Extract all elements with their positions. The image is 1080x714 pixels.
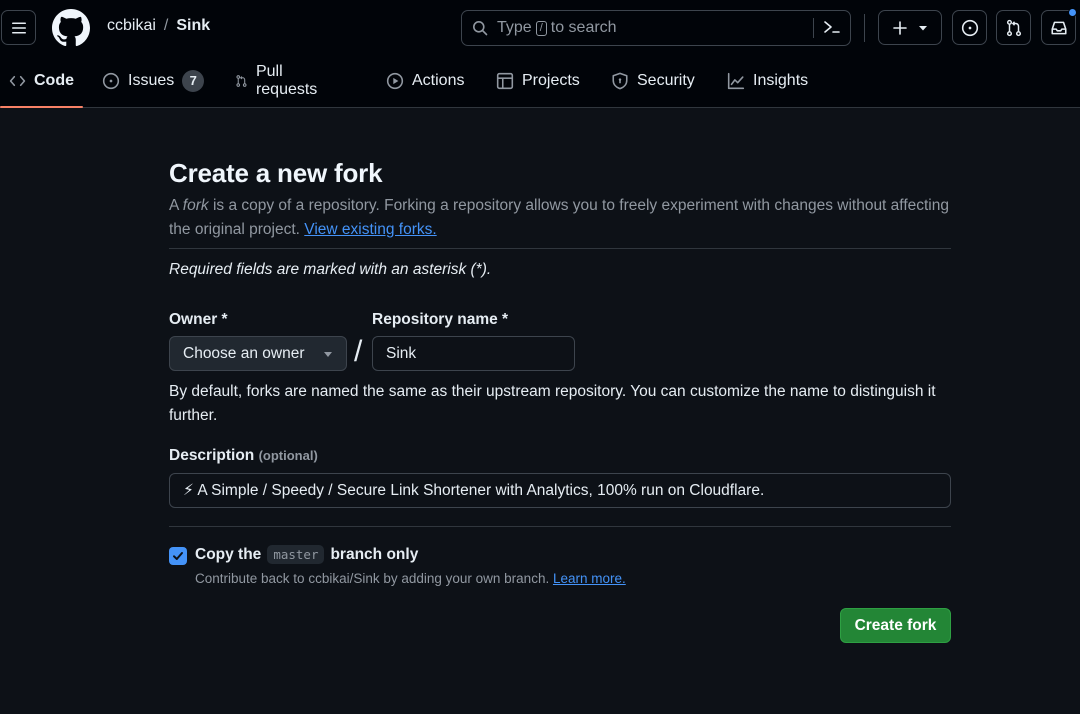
tab-actions[interactable]: Actions [377,63,473,99]
code-icon [9,75,26,87]
create-new-button[interactable] [878,10,942,45]
branch-name-code: master [267,545,325,564]
description-label-text: Description [169,447,255,464]
description-input[interactable] [169,473,951,508]
your-issues-button[interactable] [952,10,987,45]
intro-emphasis: fork [182,197,209,214]
tab-label: Code [34,72,74,89]
search-placeholder-suffix: to search [550,19,617,36]
tab-pull-requests[interactable]: Pull requests [226,63,331,99]
breadcrumb-repo-link[interactable]: Sink [176,17,210,35]
tab-label: Insights [753,72,809,89]
copy-branch-checkbox[interactable] [169,547,187,565]
required-fields-note: Required fields are marked with an aster… [169,261,492,278]
optional-tag: (optional) [258,448,318,463]
owner-dropdown[interactable]: Choose an owner [169,336,347,371]
tab-label: Projects [522,72,580,89]
repository-name-label: Repository name * [372,311,509,328]
git-pull-request-icon [1006,19,1021,36]
tab-projects[interactable]: Projects [487,63,589,99]
tab-label: Issues [128,72,175,89]
git-pull-request-icon [236,75,247,87]
divider [169,526,951,527]
tab-code[interactable]: Code [0,63,83,108]
copy-branch-label: Copy the master branch only [195,545,418,564]
search-icon [473,21,488,36]
app-header: ccbikai / Sink Type / to search Code Iss… [0,0,1080,108]
contribute-text: Contribute back to ccbikai/Sink by addin… [195,571,553,586]
inbox-icon [1050,21,1067,34]
owner-label: Owner * [169,311,228,328]
intro-prefix: A [169,197,183,214]
view-existing-forks-link[interactable]: View existing forks. [304,221,436,238]
notification-indicator [1068,8,1077,17]
description-label: Description (optional) [169,447,318,465]
search-divider [813,18,814,38]
triangle-down-icon [919,25,927,30]
your-pull-requests-button[interactable] [996,10,1031,45]
menu-button[interactable] [1,10,36,45]
table-icon [496,72,514,90]
breadcrumb: ccbikai / Sink [107,17,210,35]
shield-icon [612,72,628,90]
tab-label: Security [637,72,695,89]
fork-intro-text: A fork is a copy of a repository. Forkin… [169,194,951,241]
tab-issues[interactable]: Issues 7 [93,63,213,99]
search-placeholder-prefix: Type [497,19,532,36]
repository-name-input[interactable] [372,336,575,371]
graph-icon [727,72,745,90]
create-fork-button[interactable]: Create fork [840,608,951,643]
contribute-back-note: Contribute back to ccbikai/Sink by addin… [195,571,626,586]
tab-label: Actions [412,72,465,89]
owner-repo-separator: / [354,335,363,368]
copy-branch-suffix: branch only [330,545,419,563]
owner-dropdown-label: Choose an owner [183,344,305,362]
copy-branch-prefix: Copy the [195,545,262,563]
issue-opened-icon [102,72,120,90]
breadcrumb-owner-link[interactable]: ccbikai [107,17,156,35]
learn-more-link[interactable]: Learn more. [553,571,626,586]
breadcrumb-separator: / [163,17,169,34]
check-icon [173,552,183,560]
search-shortcut-key: / [535,20,547,36]
fork-name-hint: By default, forks are named the same as … [169,383,936,424]
issues-count-badge: 7 [182,70,205,92]
header-divider [864,14,865,42]
triangle-down-icon [324,352,332,357]
play-icon [386,72,404,90]
intro-body: is a copy of a repository. Forking a rep… [169,197,949,238]
tab-security[interactable]: Security [602,63,704,99]
issue-opened-icon [961,19,978,36]
plus-icon [893,20,907,35]
search-input[interactable]: Type / to search [461,10,851,46]
command-palette-icon[interactable] [822,17,842,37]
github-logo-icon[interactable] [52,9,90,47]
hamburger-icon [11,22,26,33]
tab-insights[interactable]: Insights [718,63,817,99]
page-title: Create a new fork [169,158,383,188]
divider [169,248,951,249]
tab-label: Pull requests [255,63,318,98]
